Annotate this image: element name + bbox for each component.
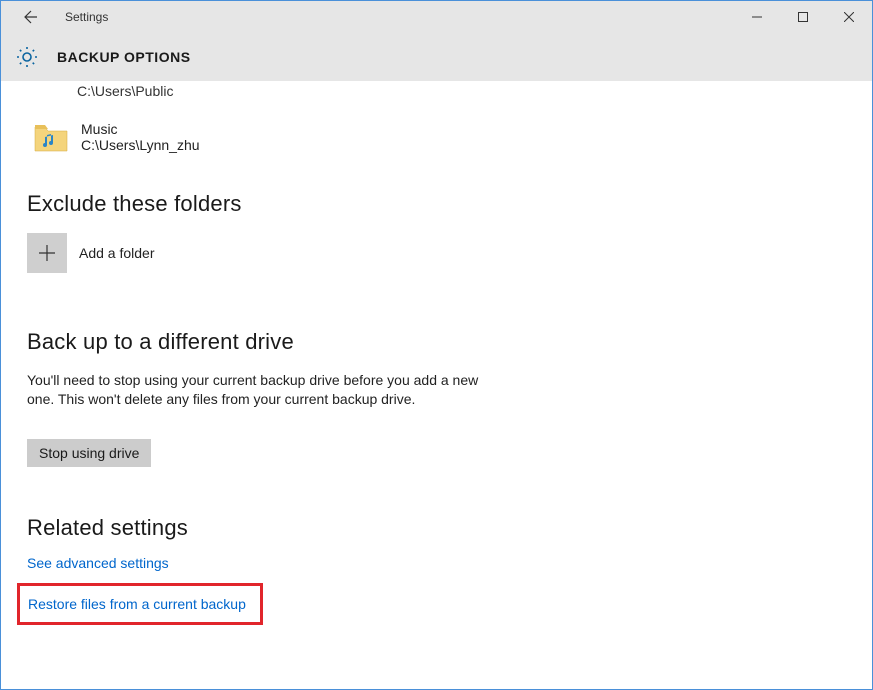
folder-text: Music C:\Users\Lynn_zhu bbox=[81, 121, 200, 153]
close-button[interactable] bbox=[826, 1, 872, 33]
music-folder-icon bbox=[33, 121, 69, 153]
maximize-button[interactable] bbox=[780, 1, 826, 33]
highlight-annotation: Restore files from a current backup bbox=[17, 583, 263, 625]
window-controls bbox=[734, 1, 872, 33]
minimize-button[interactable] bbox=[734, 1, 780, 33]
titlebar: Settings bbox=[1, 1, 872, 33]
add-folder-label: Add a folder bbox=[79, 245, 155, 261]
related-settings-title: Related settings bbox=[27, 515, 846, 541]
folder-item[interactable]: Music C:\Users\Lynn_zhu bbox=[33, 121, 846, 153]
back-button[interactable] bbox=[17, 3, 45, 31]
stop-using-drive-button[interactable]: Stop using drive bbox=[27, 439, 151, 467]
folder-path: C:\Users\Lynn_zhu bbox=[81, 137, 200, 153]
content-area: C:\Users\Public Music C:\Users\Lynn_zhu … bbox=[1, 81, 872, 625]
advanced-settings-link[interactable]: See advanced settings bbox=[27, 555, 846, 571]
different-drive-description: You'll need to stop using your current b… bbox=[27, 371, 497, 409]
minimize-icon bbox=[752, 12, 762, 22]
close-icon bbox=[844, 12, 854, 22]
page-title: BACKUP OPTIONS bbox=[57, 49, 191, 65]
restore-files-link[interactable]: Restore files from a current backup bbox=[28, 596, 246, 612]
folder-name: Music bbox=[81, 121, 200, 137]
add-folder-row[interactable]: Add a folder bbox=[27, 233, 846, 273]
page-header: BACKUP OPTIONS bbox=[1, 33, 872, 81]
maximize-icon bbox=[798, 12, 808, 22]
window-title: Settings bbox=[65, 10, 108, 24]
plus-icon bbox=[38, 244, 56, 262]
arrow-left-icon bbox=[23, 9, 39, 25]
different-drive-title: Back up to a different drive bbox=[27, 329, 846, 355]
add-folder-button[interactable] bbox=[27, 233, 67, 273]
gear-icon bbox=[15, 45, 39, 69]
truncated-folder-path: C:\Users\Public bbox=[77, 83, 846, 99]
exclude-section-title: Exclude these folders bbox=[27, 191, 846, 217]
